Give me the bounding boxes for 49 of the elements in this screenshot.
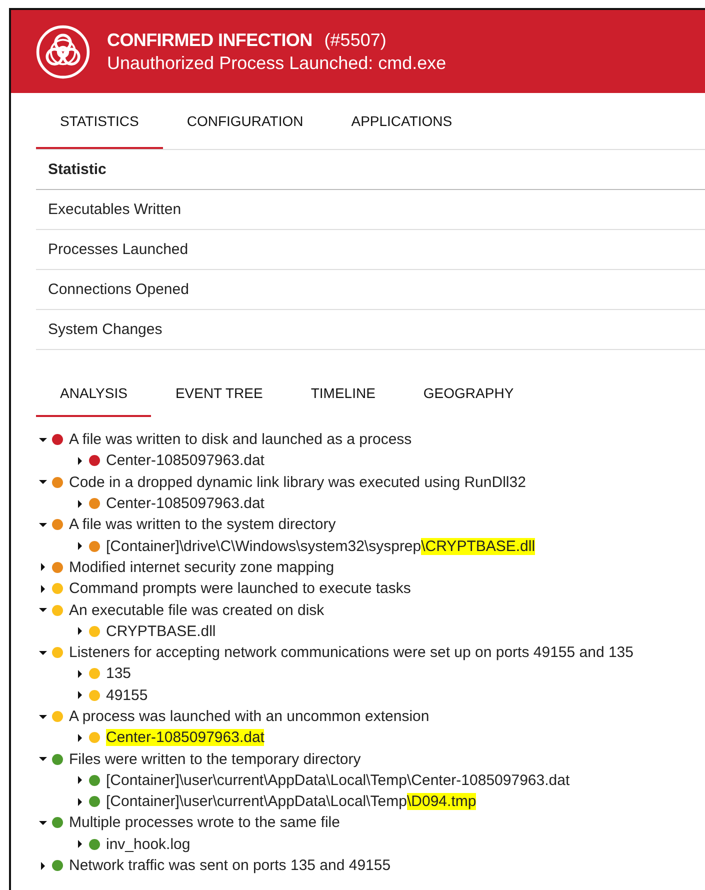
caret-right-icon[interactable] xyxy=(75,668,85,679)
tree-item-text: [Container]\drive\C\Windows\system32\sysprep\CRYPTBASE.dll xyxy=(106,538,536,555)
tree-item-text: A file was written to disk and launched as a process xyxy=(69,431,412,448)
tree-item-text: An executable file was created on disk xyxy=(69,602,324,619)
tree-item-text: Multiple processes wrote to the same file xyxy=(69,814,340,832)
tab[interactable]: APPLICATIONS xyxy=(327,95,476,149)
caret-right-icon[interactable] xyxy=(75,732,85,743)
table-cell: Processes Launched xyxy=(36,230,705,270)
tab[interactable]: ANALYSIS xyxy=(36,370,152,417)
tree-item-text: Center-1085097963.dat xyxy=(106,452,264,470)
tab[interactable]: STATISTICS xyxy=(36,95,163,149)
table-cell: Connections Opened xyxy=(36,270,705,310)
column-header: Statistic xyxy=(36,150,705,190)
caret-right-icon[interactable] xyxy=(75,626,85,636)
caret-right-icon[interactable] xyxy=(75,690,85,700)
caret-right-icon[interactable] xyxy=(75,498,85,509)
tree-item-text: Files were written to the temporary directory xyxy=(69,750,361,768)
tree-item-text: Center-1085097963.dat xyxy=(106,495,264,512)
biohazard-icon xyxy=(35,24,91,80)
tree-item-text: A file was written to the system directory xyxy=(69,516,336,534)
tree-item-text: CRYPTBASE.dll xyxy=(106,622,216,640)
table-cell: Executables Written xyxy=(36,190,705,230)
tree-item-text: Modified internet security zone mapping xyxy=(69,558,334,576)
caret-right-icon[interactable] xyxy=(75,796,85,807)
tab[interactable]: TIMELINE xyxy=(286,370,400,417)
alert-title: CONFIRMED INFECTION xyxy=(107,30,312,50)
table-cell: System Changes xyxy=(36,310,705,350)
tree-item-text: [Container]\user\current\AppData\Local\Temp\Center-1085097963.dat xyxy=(106,772,570,789)
tree-item-text: Listeners for accepting network communications were set up on ports 49155 and 135 xyxy=(69,644,634,662)
tab[interactable]: CONFIGURATION xyxy=(162,95,328,149)
tree-item-text: Code in a dropped dynamic link library was executed using RunDll32 xyxy=(69,474,526,491)
caret-right-icon[interactable] xyxy=(75,541,85,552)
caret-right-icon[interactable] xyxy=(75,839,85,850)
caret-right-icon[interactable] xyxy=(38,584,48,594)
alert-subtitle: Unauthorized Process Launched: cmd.exe xyxy=(107,52,446,74)
tree-item-text: Network traffic was sent on ports 135 and 49155 xyxy=(69,857,391,874)
caret-right-icon[interactable] xyxy=(75,456,85,466)
tree-item-text: inv_hook.log xyxy=(106,836,190,853)
tab[interactable]: GEOGRAPHY xyxy=(399,370,538,417)
tree-item-text: A process was launched with an uncommon extension xyxy=(69,708,430,725)
caret-right-icon[interactable] xyxy=(38,860,48,871)
tab[interactable]: EVENT TREE xyxy=(151,370,287,417)
tree-item-text: [Container]\user\current\AppData\Local\Temp\D094.tmp xyxy=(106,793,476,810)
tree-item-text: Command prompts were launched to execute tasks xyxy=(69,580,411,598)
caret-right-icon[interactable] xyxy=(75,775,85,786)
caret-right-icon[interactable] xyxy=(38,562,48,572)
tree-item-text: 135 xyxy=(106,665,132,682)
tree-item-text: 49155 xyxy=(106,686,148,704)
alert-id: (#5507) xyxy=(324,30,386,50)
